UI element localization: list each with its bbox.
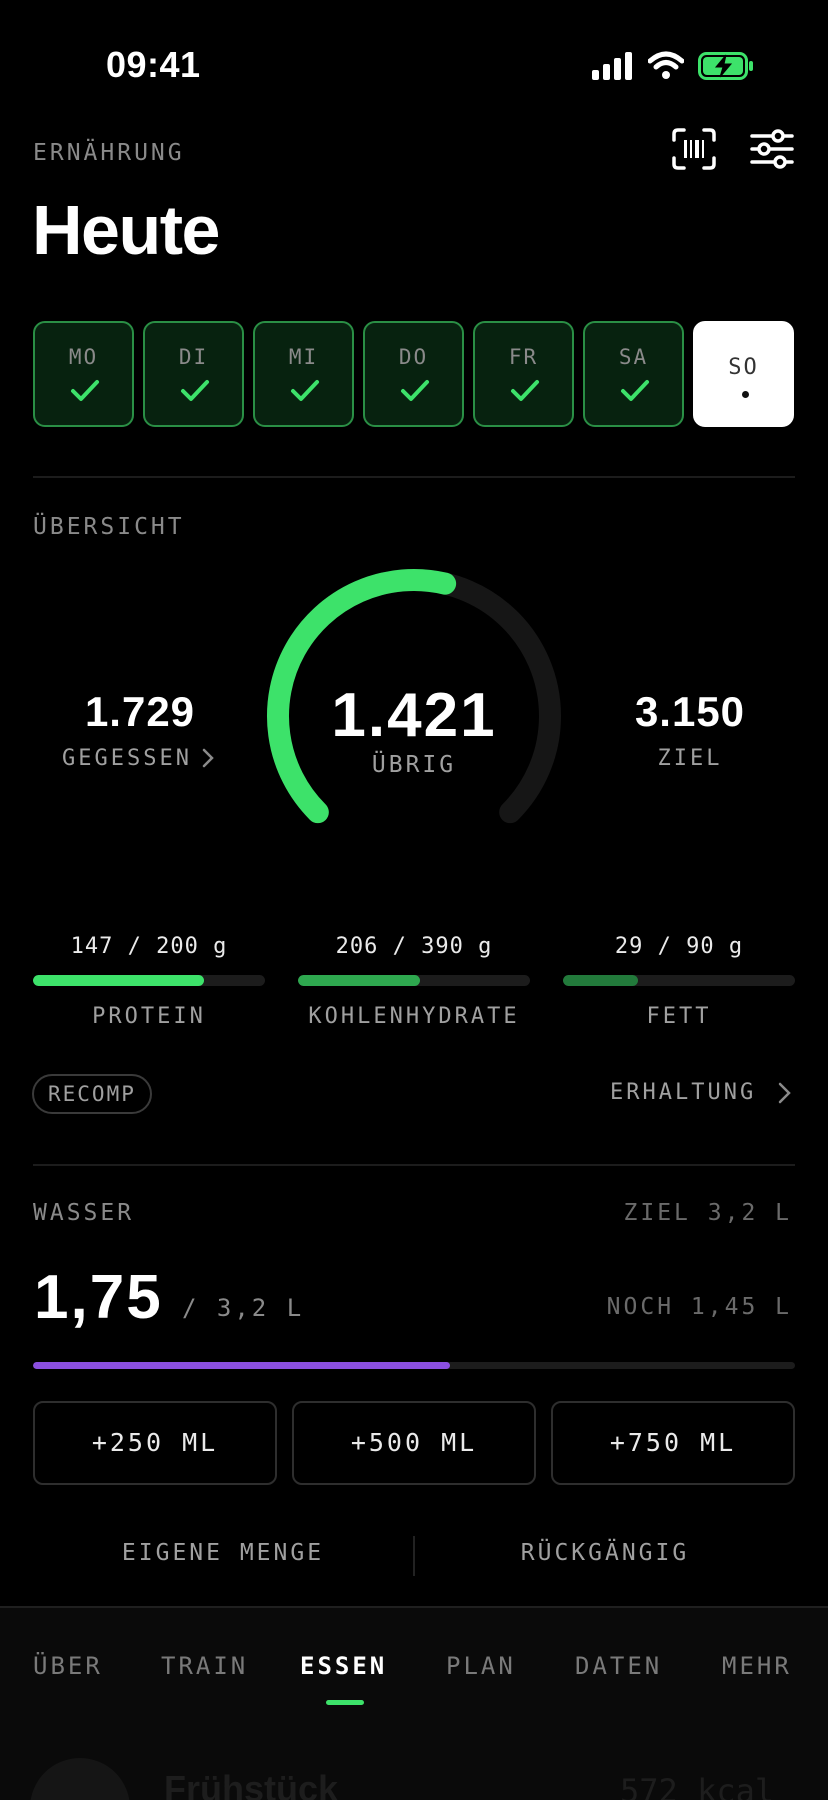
water-target: / 3,2 L xyxy=(182,1294,305,1322)
meal-calories: 572 kcal xyxy=(620,1772,775,1800)
add-750ml-button[interactable]: +750 ML xyxy=(551,1401,795,1485)
macro-protein: 147 / 200 g PROTEIN xyxy=(33,934,265,1029)
chevron-right-icon xyxy=(778,1082,791,1104)
day-wednesday[interactable]: MI xyxy=(253,321,354,427)
meal-icon xyxy=(30,1758,130,1800)
checkmark-icon xyxy=(181,380,209,401)
custom-amount-button[interactable]: EIGENE MENGE xyxy=(33,1540,413,1566)
water-progress-bar xyxy=(33,1362,795,1369)
water-goal: ZIEL 3,2 L xyxy=(623,1200,792,1226)
active-tab-indicator xyxy=(326,1700,364,1705)
macro-track xyxy=(33,975,265,986)
add-250ml-button[interactable]: +250 ML xyxy=(33,1401,277,1485)
day-saturday[interactable]: SA xyxy=(583,321,684,427)
status-time: 09:41 xyxy=(106,44,201,85)
macro-value: 206 / 390 g xyxy=(335,934,493,959)
water-remaining: NOCH 1,45 L xyxy=(606,1294,792,1320)
remaining-calories: 1.421 xyxy=(331,681,497,750)
eaten-calories[interactable]: 1.729 xyxy=(60,688,220,736)
macro-name: FETT xyxy=(646,1004,712,1029)
day-label: SA xyxy=(618,345,649,369)
goal-calories: 3.150 xyxy=(634,688,746,735)
day-label: FR xyxy=(508,345,539,369)
day-label: MI xyxy=(288,345,319,369)
water-label: WASSER xyxy=(33,1200,135,1226)
day-friday[interactable]: FR xyxy=(473,321,574,427)
macro-fill xyxy=(298,975,421,986)
page-title: Heute xyxy=(32,191,220,269)
plan-link[interactable]: ERHALTUNG xyxy=(610,1080,756,1105)
macro-track xyxy=(563,975,795,986)
day-thursday[interactable]: DO xyxy=(363,321,464,427)
macro-fill xyxy=(33,975,204,986)
divider xyxy=(33,1164,795,1166)
goal-mode-badge[interactable]: RECOMP xyxy=(32,1074,152,1114)
macro-name: PROTEIN xyxy=(92,1004,206,1029)
sliders-icon[interactable] xyxy=(748,126,796,172)
wifi-icon xyxy=(648,51,684,79)
macro-carbs: 206 / 390 g KOHLENHYDRATE xyxy=(298,934,530,1029)
tab-bar: ÜBER TRAIN ESSEN PLAN DATEN MEHR Frühstü… xyxy=(0,1606,828,1800)
macro-fill xyxy=(563,975,638,986)
macro-track xyxy=(298,975,530,986)
chevron-right-icon xyxy=(202,748,214,768)
eaten-label[interactable]: GEGESSEN xyxy=(62,746,192,771)
goal-label: ZIEL xyxy=(657,746,723,771)
day-monday[interactable]: MO xyxy=(33,321,134,427)
tab-mehr[interactable]: MEHR xyxy=(722,1652,792,1680)
day-sunday[interactable]: SO xyxy=(693,321,794,427)
macro-value: 147 / 200 g xyxy=(70,934,228,959)
day-label: MO xyxy=(68,345,99,369)
macro-name: KOHLENHYDRATE xyxy=(308,1004,520,1029)
macro-value: 29 / 90 g xyxy=(614,934,744,959)
remaining-label: ÜBRIG xyxy=(371,752,457,778)
checkmark-icon xyxy=(291,380,319,401)
checkmark-icon xyxy=(621,380,649,401)
day-label: DI xyxy=(178,345,209,369)
today-dot xyxy=(742,391,749,398)
undo-button[interactable]: RÜCKGÄNGIG xyxy=(415,1540,795,1566)
day-label: DO xyxy=(398,345,429,369)
battery-charging-icon xyxy=(698,52,753,80)
checkmark-icon xyxy=(71,380,99,401)
section-overline: ERNÄHRUNG xyxy=(33,140,185,166)
tab-essen[interactable]: ESSEN xyxy=(300,1652,387,1680)
day-label: SO xyxy=(728,355,759,380)
divider xyxy=(33,476,795,478)
meal-title: Frühstück xyxy=(164,1768,339,1800)
overview-label: ÜBERSICHT xyxy=(33,514,185,540)
day-tuesday[interactable]: DI xyxy=(143,321,244,427)
macro-fat: 29 / 90 g FETT xyxy=(563,934,795,1029)
tab-daten[interactable]: DATEN xyxy=(575,1652,662,1680)
signal-icon xyxy=(592,52,632,80)
tab-overview[interactable]: ÜBER xyxy=(33,1652,103,1680)
add-500ml-button[interactable]: +500 ML xyxy=(292,1401,536,1485)
barcode-scan-icon[interactable] xyxy=(670,126,718,172)
tab-train[interactable]: TRAIN xyxy=(161,1652,248,1680)
water-progress-fill xyxy=(33,1362,450,1369)
checkmark-icon xyxy=(401,380,429,401)
checkmark-icon xyxy=(511,380,539,401)
water-value: 1,75 xyxy=(34,1263,163,1332)
tab-plan[interactable]: PLAN xyxy=(446,1652,516,1680)
